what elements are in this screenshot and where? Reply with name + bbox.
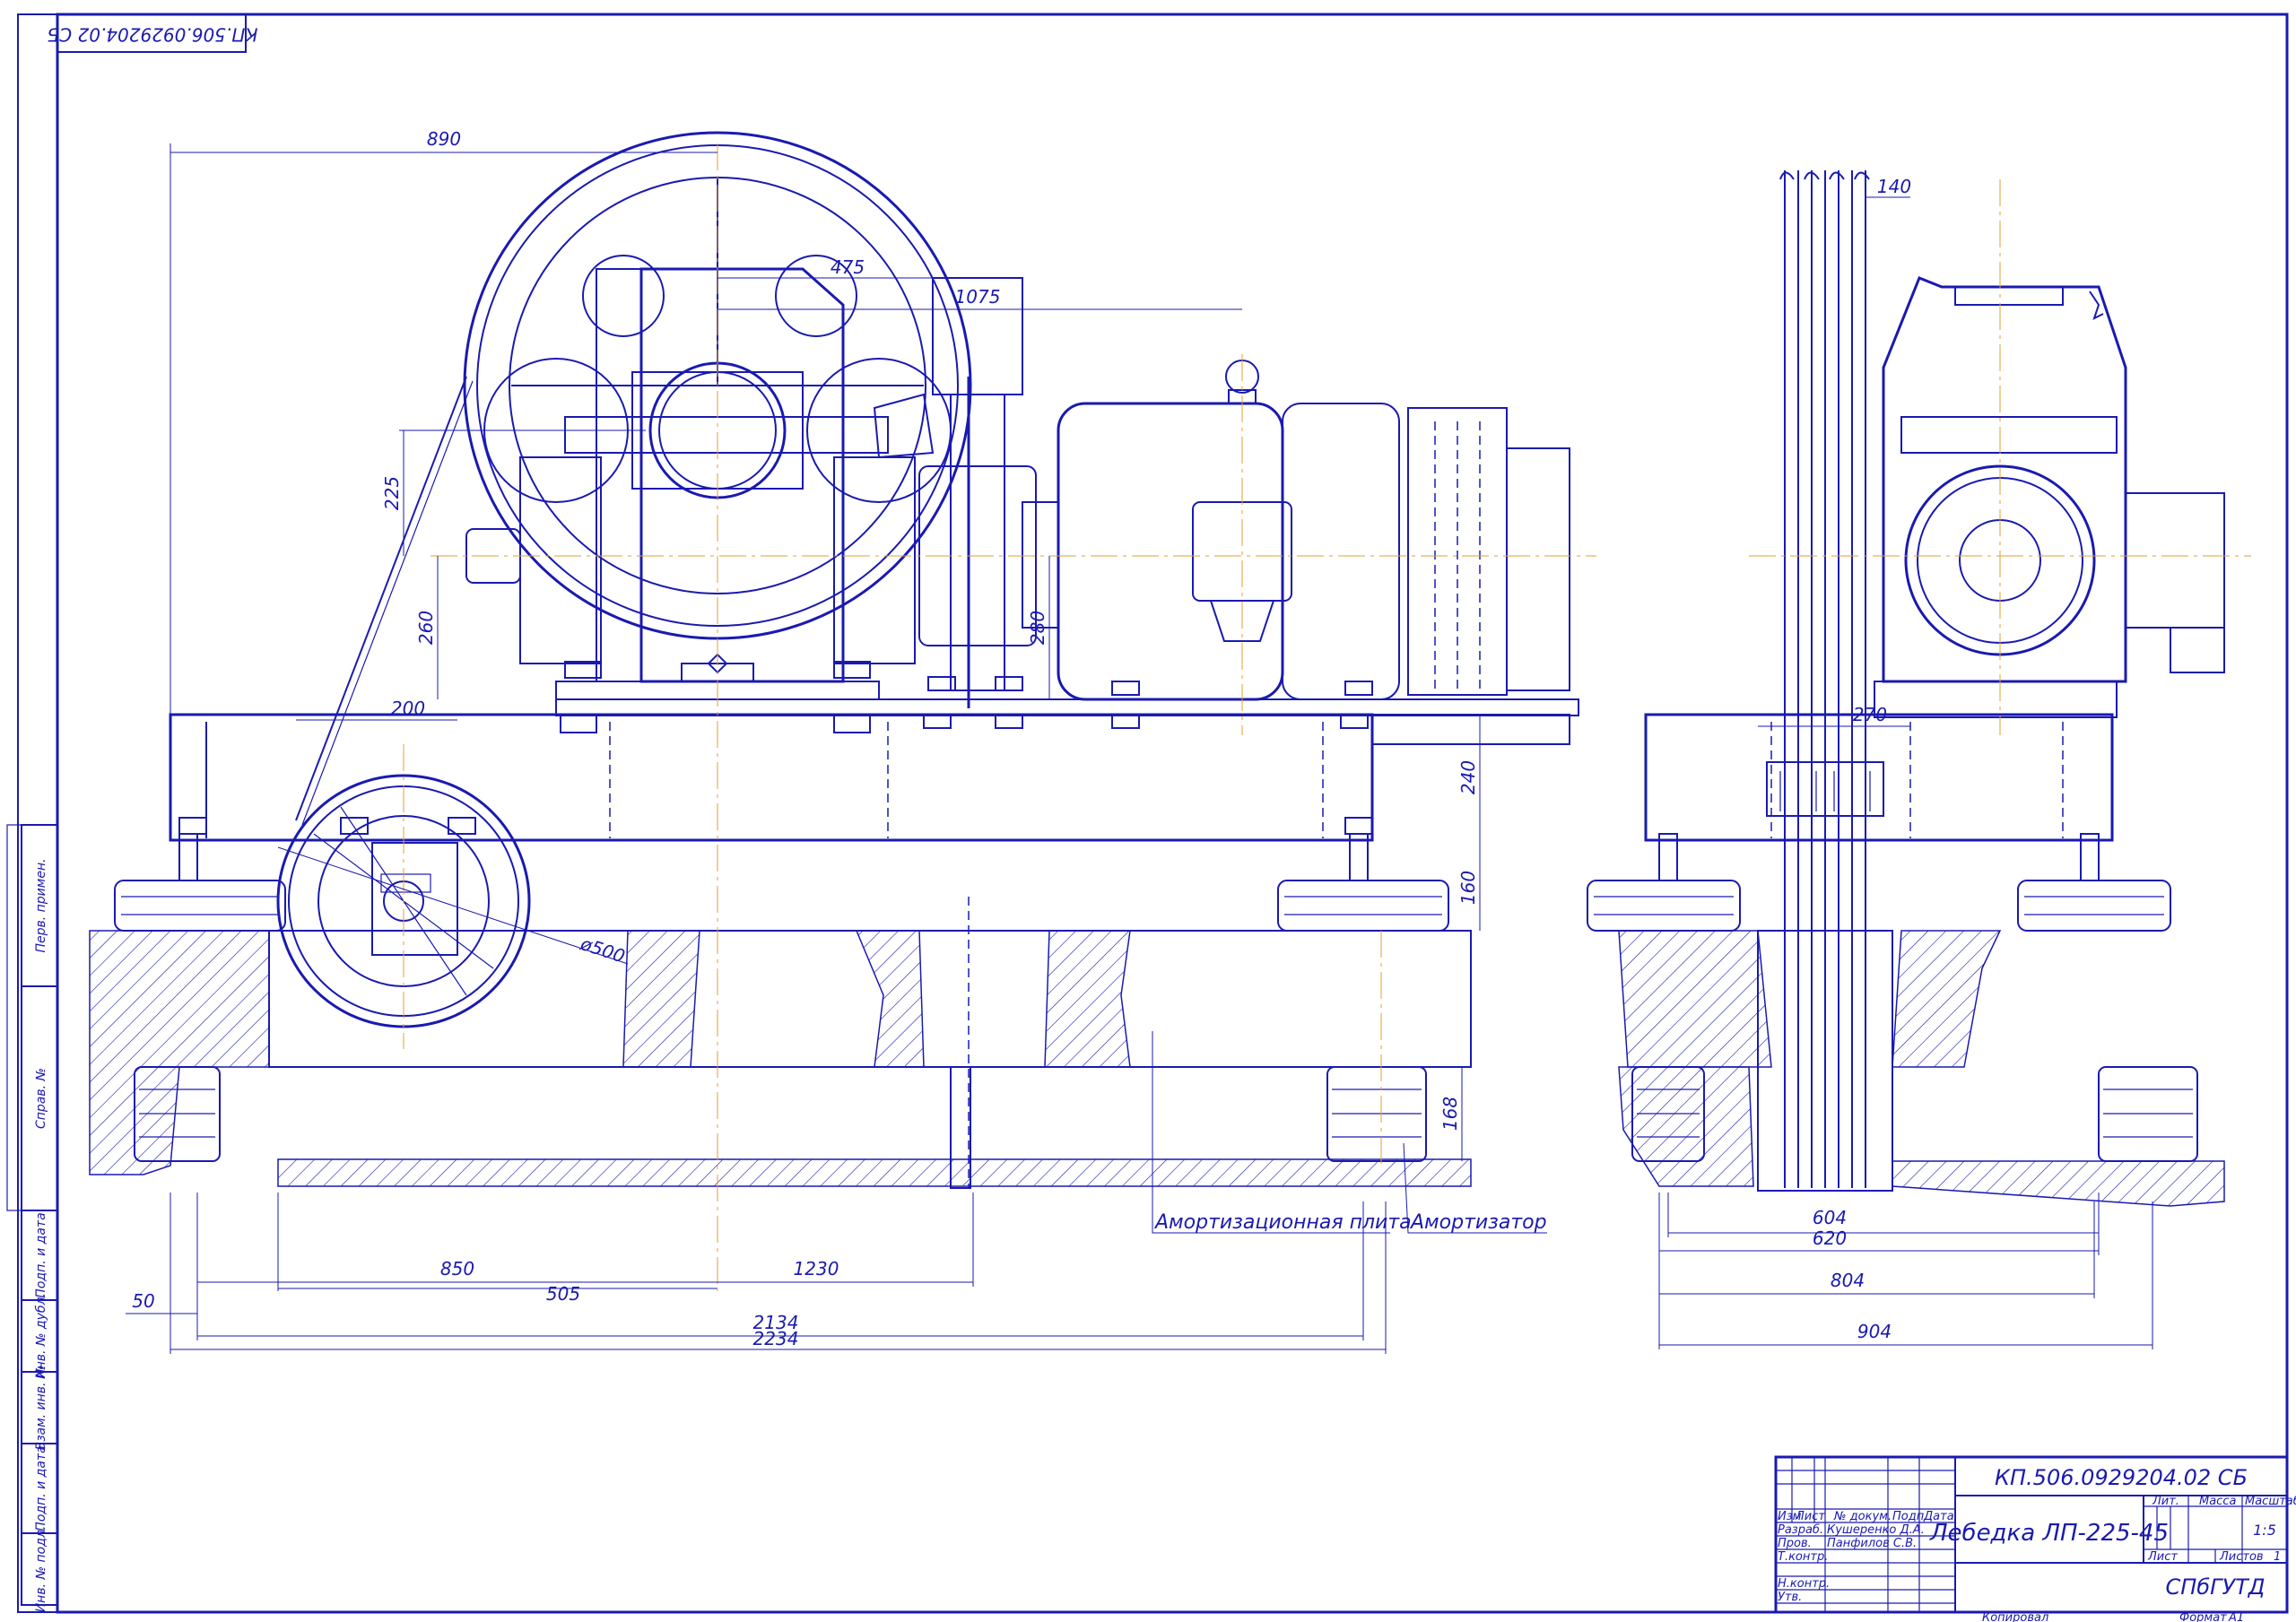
bolts (178, 661, 1373, 835)
dim-225: 225 (381, 476, 403, 510)
copied-label: Копировал (1982, 1611, 2048, 1622)
tb-role: Пров. (1778, 1537, 1812, 1550)
dim-1230: 1230 (794, 1258, 839, 1279)
tb-role: Разраб. (1778, 1523, 1823, 1537)
tb-role: Т.контр. (1778, 1550, 1828, 1564)
scale-value: 1:5 (2253, 1522, 2276, 1539)
sheet-frame (17, 13, 2289, 1614)
side-stamp-label: Подп. и дата (34, 1445, 48, 1531)
rotated-code-text: КП.506.0929204.02 СБ (47, 24, 257, 46)
lit-label: Лит. (2152, 1495, 2179, 1508)
electric-motor (1057, 360, 1570, 701)
absorber-front-1 (114, 833, 286, 932)
absorber-side-1 (1587, 833, 1741, 932)
side-stamp-label: Инв. № подл. (34, 1526, 48, 1613)
side-view: 140 270 604 620 804 904 (1587, 170, 2251, 1349)
callouts: Амортизационная плита Амортизатор (1152, 1031, 1547, 1234)
front-view: 890 475 1075 225 260 280 200 240 160 168… (89, 128, 1596, 1354)
dim-505: 505 (546, 1283, 580, 1305)
dim-475: 475 (831, 256, 865, 278)
sheets-count: 1 (2274, 1550, 2281, 1564)
dim-240: 240 (1457, 760, 1479, 794)
tb-name: Панфилов С.В. (1827, 1537, 1917, 1550)
dim-890: 890 (427, 128, 461, 150)
format-value: A1 (2228, 1611, 2244, 1622)
dim-850: 850 (440, 1258, 474, 1279)
dim-604: 604 (1813, 1207, 1847, 1228)
tb-head: Подп. (1892, 1510, 1927, 1523)
absorber-side-2 (2017, 833, 2171, 932)
dim-140: 140 (1877, 176, 1911, 197)
dim-200: 200 (391, 698, 425, 719)
sheets-label: Листов (2219, 1550, 2264, 1564)
tb-head: № докум. (1833, 1510, 1892, 1523)
dim-50: 50 (132, 1290, 154, 1312)
tb-role: Утв. (1778, 1591, 1802, 1604)
dim-1075: 1075 (955, 286, 1001, 308)
absorber-side-3 (2098, 1066, 2198, 1162)
dim-260: 260 (415, 611, 437, 645)
side-stamp: Перв. примен. Справ. № Подп. и дата Инв.… (6, 824, 58, 1613)
sheet-label: Лист (2147, 1550, 2178, 1564)
dim-280: 280 (1027, 611, 1048, 645)
document-title: Лебедка ЛП-225-45 (1929, 1520, 2169, 1547)
absorber-front-2 (1277, 833, 1449, 932)
side-stamp-label: Справ. № (34, 1068, 48, 1129)
tb-head: Лист (1795, 1510, 1825, 1523)
gear-reducer (465, 267, 935, 700)
dim-160: 160 (1457, 871, 1479, 905)
rotated-code-stamp: КП.506.0929204.02 СБ (47, 13, 258, 53)
document-code: КП.506.0929204.02 СБ (1995, 1465, 2248, 1490)
side-stamp-label: Перв. примен. (34, 858, 48, 952)
tb-name: Кушеренко Д.А. (1827, 1523, 1925, 1537)
title-block: Изм Лист № докум. Подп. Дата Разраб. Куш… (1774, 1455, 2296, 1622)
side-stamp-label: Подп. и дата (34, 1212, 48, 1297)
label-plate: Амортизационная плита (1153, 1211, 1412, 1234)
dim-620: 620 (1813, 1227, 1847, 1249)
side-stamp-label: Взам. инв. № (34, 1365, 48, 1450)
mass-label: Масса (2199, 1495, 2236, 1508)
format-label: Формат (2179, 1611, 2227, 1622)
scale-label: Масштаб (2245, 1495, 2296, 1508)
rope-bundle (1779, 170, 1870, 1188)
assembly-drawing: КП.506.0929204.02 СБ Перв. примен. Справ… (6, 13, 2296, 1622)
dim-804: 804 (1831, 1270, 1865, 1291)
dim-d500: ø500 (578, 932, 628, 967)
dim-168: 168 (1439, 1097, 1461, 1131)
dim-270: 270 (1853, 704, 1887, 725)
absorber-front-3 (1326, 1066, 1427, 1162)
tb-role: Н.контр. (1778, 1577, 1830, 1591)
label-absorber: Амортизатор (1409, 1211, 1547, 1234)
dim-904: 904 (1857, 1321, 1892, 1342)
dim-2234: 2234 (753, 1328, 799, 1349)
organization: СПбГУТД (2165, 1574, 2265, 1600)
